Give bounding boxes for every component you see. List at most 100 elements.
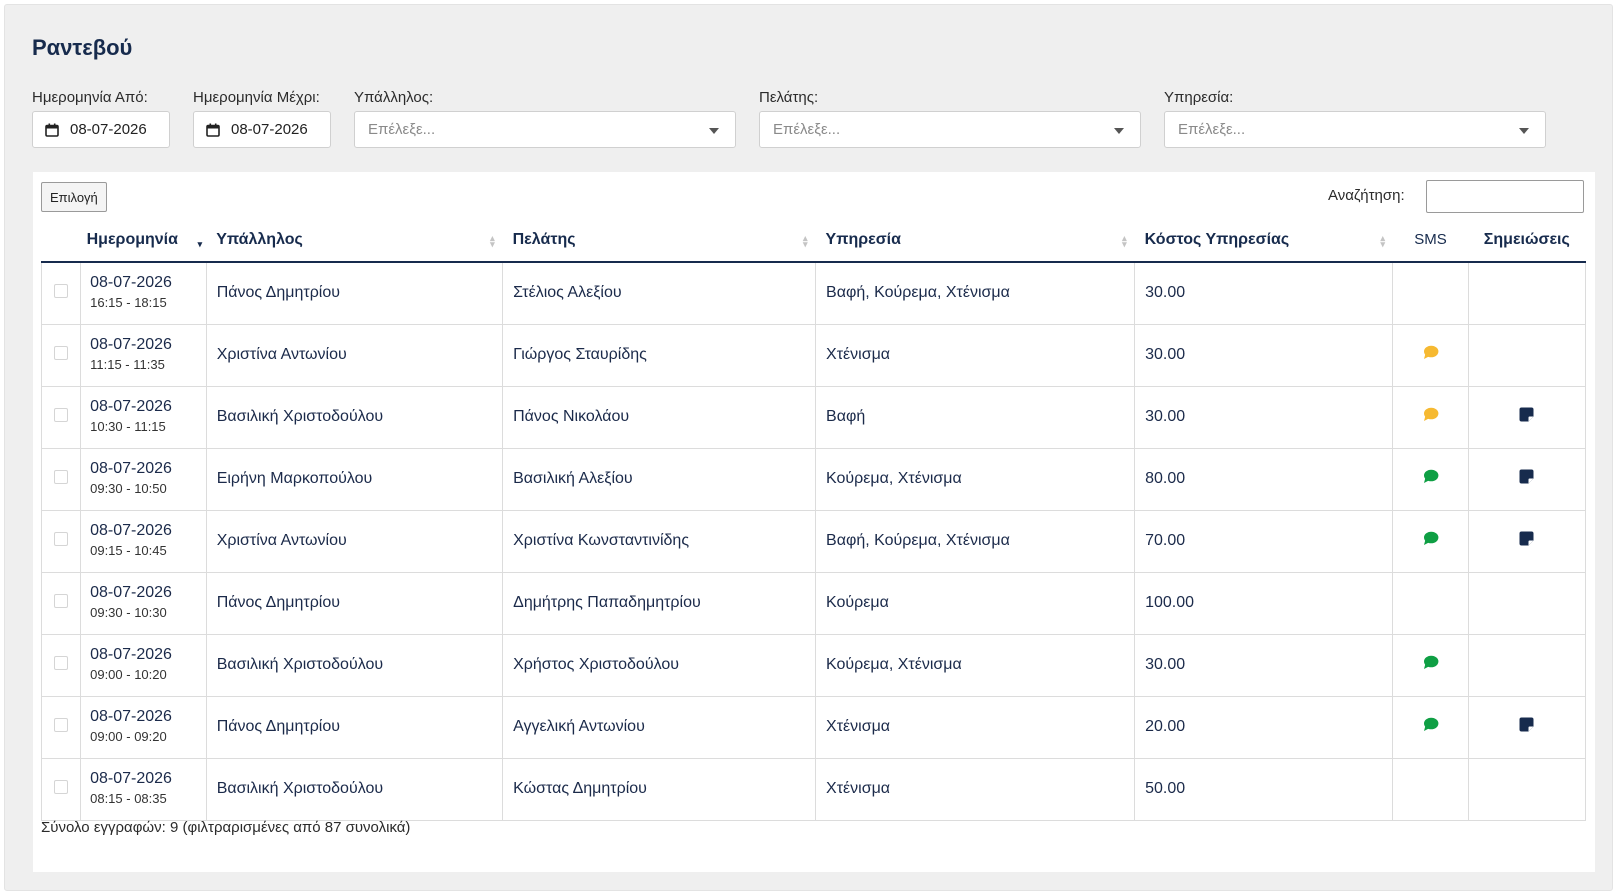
service-cost: 50.00 (1145, 780, 1186, 797)
employee-cell: Βασιλική Χριστοδούλου (205, 757, 504, 821)
service-cell: Χτένισμα (815, 757, 1136, 821)
select-button[interactable]: Επιλογή (41, 182, 107, 212)
sms-sent-icon[interactable] (1423, 531, 1439, 546)
sort-icon: ▴ ▾ (490, 233, 495, 249)
client-cell: Στέλιος Αλεξίου (502, 261, 817, 325)
row-checkbox[interactable] (54, 531, 69, 546)
row-select-cell (40, 261, 82, 325)
sort-icon: ▴ ▾ (1380, 233, 1385, 249)
chevron-down-icon (709, 128, 719, 134)
service-cost: 20.00 (1145, 718, 1186, 735)
table-row[interactable]: 08-07-2026 09:00 - 10:20 Βασιλική Χριστο… (40, 633, 1587, 697)
appointment-time: 11:15 - 11:35 (90, 357, 165, 372)
client-cell: Αγγελική Αντωνίου (502, 695, 817, 759)
appointment-time: 09:15 - 10:45 (90, 543, 167, 558)
employee-name: Βασιλική Χριστοδούλου (216, 408, 384, 425)
sms-cell (1392, 385, 1469, 449)
date-cell: 08-07-2026 10:30 - 11:15 (80, 385, 207, 449)
row-checkbox[interactable] (54, 345, 69, 360)
date-cell: 08-07-2026 08:15 - 08:35 (80, 757, 207, 821)
row-select-cell (40, 633, 82, 697)
table-row[interactable]: 08-07-2026 10:30 - 11:15 Βασιλική Χριστο… (40, 385, 1587, 449)
date-to-field[interactable]: 08-07-2026 (193, 111, 331, 148)
client-name: Γιώργος Σταυρίδης (513, 346, 647, 363)
column-header-date[interactable]: Ημερομηνία ▾ (80, 219, 207, 263)
row-checkbox[interactable] (54, 717, 69, 732)
appointment-time: 09:30 - 10:30 (90, 605, 167, 620)
table-row[interactable]: 08-07-2026 11:15 - 11:35 Χριστίνα Αντωνί… (40, 323, 1587, 387)
row-checkbox[interactable] (54, 779, 69, 794)
service-cell: Βαφή (815, 385, 1136, 449)
appointment-time: 08:15 - 08:35 (90, 791, 167, 806)
employee-cell: Πάνος Δημητρίου (205, 571, 504, 635)
client-select[interactable]: Επέλεξε... (759, 111, 1141, 148)
appointments-panel: Ραντεβού Ημερομηνία Από: 08-07-2026 Ημερ… (4, 4, 1613, 891)
column-header-notes: Σημειώσεις (1468, 219, 1586, 263)
column-header-service-label: Υπηρεσία (825, 231, 901, 248)
appointment-date: 08-07-2026 (90, 584, 172, 601)
table-row[interactable]: 08-07-2026 16:15 - 18:15 Πάνος Δημητρίου… (40, 261, 1587, 325)
cost-cell: 70.00 (1134, 509, 1394, 573)
client-name: Χρήστος Χριστοδούλου (513, 656, 679, 673)
row-checkbox[interactable] (54, 593, 69, 608)
date-cell: 08-07-2026 09:30 - 10:50 (80, 447, 207, 511)
column-header-employee[interactable]: Υπάλληλος ▴ ▾ (206, 219, 503, 263)
employee-cell: Πάνος Δημητρίου (205, 261, 504, 325)
column-header-cost[interactable]: Κόστος Υπηρεσίας ▴ ▾ (1134, 219, 1393, 263)
search-input[interactable] (1426, 180, 1584, 213)
service-select[interactable]: Επέλεξε... (1164, 111, 1546, 148)
column-header-client-label: Πελάτης (512, 231, 576, 248)
sms-cell (1392, 757, 1469, 821)
sms-sent-icon[interactable] (1423, 655, 1439, 670)
table-row[interactable]: 08-07-2026 09:15 - 10:45 Χριστίνα Αντωνί… (40, 509, 1587, 573)
sms-pending-icon[interactable] (1423, 345, 1439, 360)
cost-cell: 20.00 (1134, 695, 1394, 759)
service-cell: Χτένισμα (815, 695, 1136, 759)
page-title: Ραντεβού (32, 35, 133, 60)
table-row[interactable]: 08-07-2026 08:15 - 08:35 Βασιλική Χριστο… (40, 757, 1587, 821)
cost-cell: 50.00 (1134, 757, 1394, 821)
notes-cell (1467, 385, 1587, 449)
appointment-date: 08-07-2026 (90, 708, 172, 725)
row-checkbox[interactable] (54, 655, 69, 670)
table-row[interactable]: 08-07-2026 09:30 - 10:30 Πάνος Δημητρίου… (40, 571, 1587, 635)
sticky-note-icon[interactable] (1519, 469, 1534, 484)
sms-pending-icon[interactable] (1423, 407, 1439, 422)
service-name: Χτένισμα (826, 718, 891, 735)
notes-cell (1467, 695, 1587, 759)
table-row[interactable]: 08-07-2026 09:00 - 09:20 Πάνος Δημητρίου… (40, 695, 1587, 759)
sticky-note-icon[interactable] (1519, 407, 1534, 422)
column-header-client[interactable]: Πελάτης ▴ ▾ (502, 219, 816, 263)
date-from-label: Ημερομηνία Από: (32, 89, 148, 106)
row-select-cell (40, 447, 82, 511)
appointment-date: 08-07-2026 (90, 274, 172, 292)
employee-name: Χριστίνα Αντωνίου (216, 532, 347, 549)
cost-cell: 30.00 (1134, 323, 1394, 387)
employee-select[interactable]: Επέλεξε... (354, 111, 736, 148)
service-cost: 30.00 (1145, 284, 1186, 302)
column-header-service[interactable]: Υπηρεσία ▴ ▾ (815, 219, 1135, 263)
date-from-field[interactable]: 08-07-2026 (32, 111, 170, 148)
table-row[interactable]: 08-07-2026 09:30 - 10:50 Ειρήνη Μαρκοπού… (40, 447, 1587, 511)
appointment-date: 08-07-2026 (90, 460, 172, 477)
sticky-note-icon[interactable] (1519, 717, 1534, 732)
notes-cell (1467, 509, 1587, 573)
service-name: Χτένισμα (826, 780, 891, 797)
cost-cell: 100.00 (1134, 571, 1394, 635)
service-cost: 70.00 (1145, 532, 1186, 549)
select-column-header (41, 219, 81, 263)
row-select-cell (40, 695, 82, 759)
sms-cell (1392, 261, 1469, 325)
row-checkbox[interactable] (54, 469, 69, 484)
employee-cell: Βασιλική Χριστοδούλου (205, 633, 504, 697)
row-checkbox[interactable] (54, 283, 69, 298)
calendar-icon (206, 123, 220, 137)
column-header-employee-label: Υπάλληλος (216, 231, 303, 248)
column-header-notes-label: Σημειώσεις (1483, 231, 1570, 248)
row-checkbox[interactable] (54, 407, 69, 422)
sms-sent-icon[interactable] (1423, 469, 1439, 484)
notes-cell (1467, 571, 1587, 635)
calendar-icon (45, 123, 59, 137)
sticky-note-icon[interactable] (1519, 531, 1534, 546)
sms-sent-icon[interactable] (1423, 717, 1439, 732)
